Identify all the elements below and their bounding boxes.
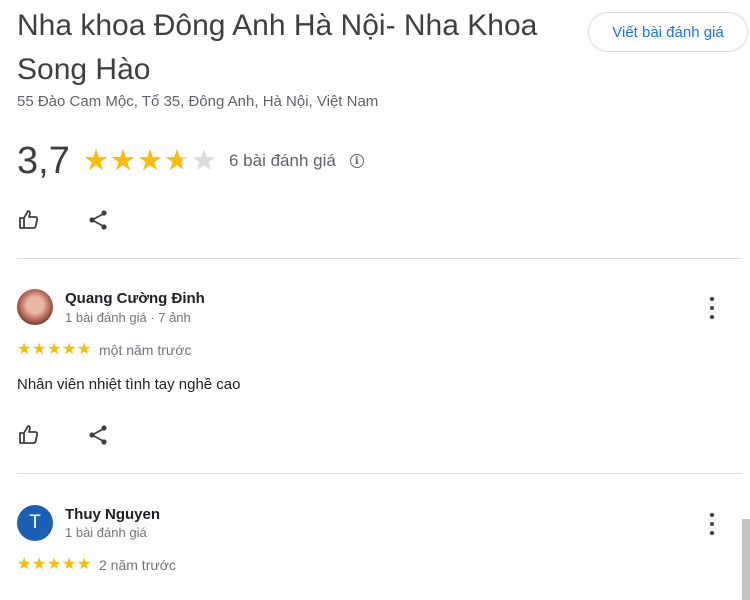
reviewer-name[interactable]: Quang Cường Đinh [65,290,205,307]
rating-value: 3,7 [17,139,70,182]
info-icon[interactable]: i [349,154,364,168]
star-icon: ★ ★ [137,144,163,177]
star-icon: ★ [191,144,217,177]
rating-stars: ★ ★ ★ ★ ★ ★ ★ ★ ★ [83,144,217,177]
star-icon: ★ ★ [32,341,47,358]
review-text: Nhân viên nhiệt tình tay nghề cao [17,376,241,393]
more-vert-icon[interactable] [709,513,715,535]
place-address: 55 Đào Cam Mộc, Tổ 35, Đông Anh, Hà Nội,… [17,93,379,110]
rating-summary: 3,7 ★ ★ ★ ★ ★ ★ ★ ★ ★ 6 bài đánh giá i [17,138,364,184]
share-icon[interactable] [86,208,110,232]
place-title: Nha khoa Đông Anh Hà Nội- Nha Khoa Song … [17,9,538,86]
write-review-button[interactable]: Viết bài đánh giá [588,12,748,52]
thumb-up-icon[interactable] [17,208,41,232]
thumb-up-icon[interactable] [17,423,41,447]
review-stars: ★ ★ ★ ★ ★ ★ ★ ★ ★ ★ [17,342,92,358]
reviewer-meta: 1 bài đánh giá · 7 ảnh [65,310,191,325]
star-icon: ★ ★ [77,341,92,358]
share-icon[interactable] [86,423,110,447]
star-icon: ★ ★ [77,556,92,573]
star-icon: ★ ★ [62,556,77,573]
divider [17,473,742,474]
star-icon: ★ ★ [164,144,190,177]
star-icon: ★ ★ [62,341,77,358]
scrollbar[interactable] [742,519,750,600]
star-icon: ★ ★ [32,556,47,573]
reviewer-name[interactable]: Thuy Nguyen [65,506,160,523]
divider [17,258,742,259]
star-icon: ★ ★ [47,341,62,358]
more-vert-icon[interactable] [709,297,715,319]
avatar[interactable]: T [17,505,53,541]
star-icon: ★ ★ [17,341,32,358]
review-stars: ★ ★ ★ ★ ★ ★ ★ ★ ★ ★ [17,557,92,573]
reviewer-meta: 1 bài đánh giá [65,525,147,540]
review-count[interactable]: 6 bài đánh giá [229,151,336,171]
star-icon: ★ ★ [83,144,109,177]
avatar[interactable] [17,289,53,325]
star-icon: ★ ★ [47,556,62,573]
review-time: một năm trước [99,342,192,358]
star-icon: ★ ★ [17,556,32,573]
review-time: 2 năm trước [99,557,176,573]
star-icon: ★ ★ [110,144,136,177]
